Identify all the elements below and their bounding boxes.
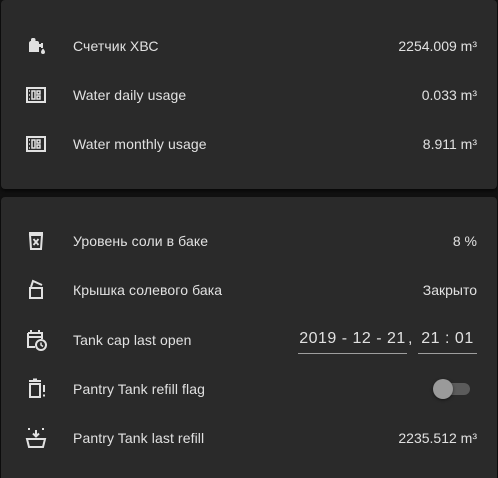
date-input[interactable]: 2019 - 12 - 21 xyxy=(298,324,407,354)
entity-value: 2235.512 m³ xyxy=(398,430,477,446)
tank-cap-icon xyxy=(24,278,48,302)
water-pump-icon xyxy=(24,34,48,58)
entity-label: Water daily usage xyxy=(73,87,187,103)
entity-label: Pantry Tank last refill xyxy=(73,430,205,446)
trash-alert-icon xyxy=(24,377,48,401)
entity-label: Water monthly usage xyxy=(73,136,207,152)
entity-row-water-monthly-usage[interactable]: Water monthly usage 8.911 m³ xyxy=(1,124,497,164)
water-meters-card: Счетчик ХВС 2254.009 m³ Water daily usag… xyxy=(1,0,497,189)
meter-icon xyxy=(24,83,48,107)
salt-tank-card: Уровень соли в баке 8 % Крышка солевого … xyxy=(1,197,497,478)
toggle-thumb xyxy=(433,379,453,399)
meter-icon xyxy=(24,132,48,156)
entity-label: Крышка солевого бака xyxy=(73,282,223,298)
entity-row-tank-cap-last-open: Tank cap last open 2019 - 12 - 21 , 21 :… xyxy=(1,320,497,360)
entity-value: 8.911 m³ xyxy=(422,136,477,152)
entity-row-cold-water-meter[interactable]: Счетчик ХВС 2254.009 m³ xyxy=(1,26,497,66)
entity-label: Уровень соли в баке xyxy=(73,233,209,249)
entity-value: 2254.009 m³ xyxy=(398,38,477,54)
entity-row-pantry-last-refill[interactable]: Pantry Tank last refill 2235.512 m³ xyxy=(1,418,497,458)
entity-row-pantry-refill-flag: Pantry Tank refill flag xyxy=(1,369,497,409)
entity-label: Счетчик ХВС xyxy=(73,38,159,54)
calendar-clock-icon xyxy=(24,328,48,352)
entity-row-water-daily-usage[interactable]: Water daily usage 0.033 m³ xyxy=(1,75,497,115)
entity-value: Закрыто xyxy=(422,282,477,298)
entity-label: Tank cap last open xyxy=(73,332,192,348)
date-time-separator: , xyxy=(408,330,413,347)
entity-value: 8 % xyxy=(452,233,477,249)
entity-value: 0.033 m³ xyxy=(421,87,477,103)
entity-label: Pantry Tank refill flag xyxy=(73,381,205,397)
entity-row-tank-cap[interactable]: Крышка солевого бака Закрыто xyxy=(1,270,497,310)
time-input[interactable]: 21 : 01 xyxy=(418,324,477,354)
entity-row-salt-level[interactable]: Уровень соли в баке 8 % xyxy=(1,221,497,261)
basket-fill-icon xyxy=(24,426,48,450)
salt-tank-icon xyxy=(24,229,48,253)
refill-flag-toggle[interactable] xyxy=(433,379,472,399)
